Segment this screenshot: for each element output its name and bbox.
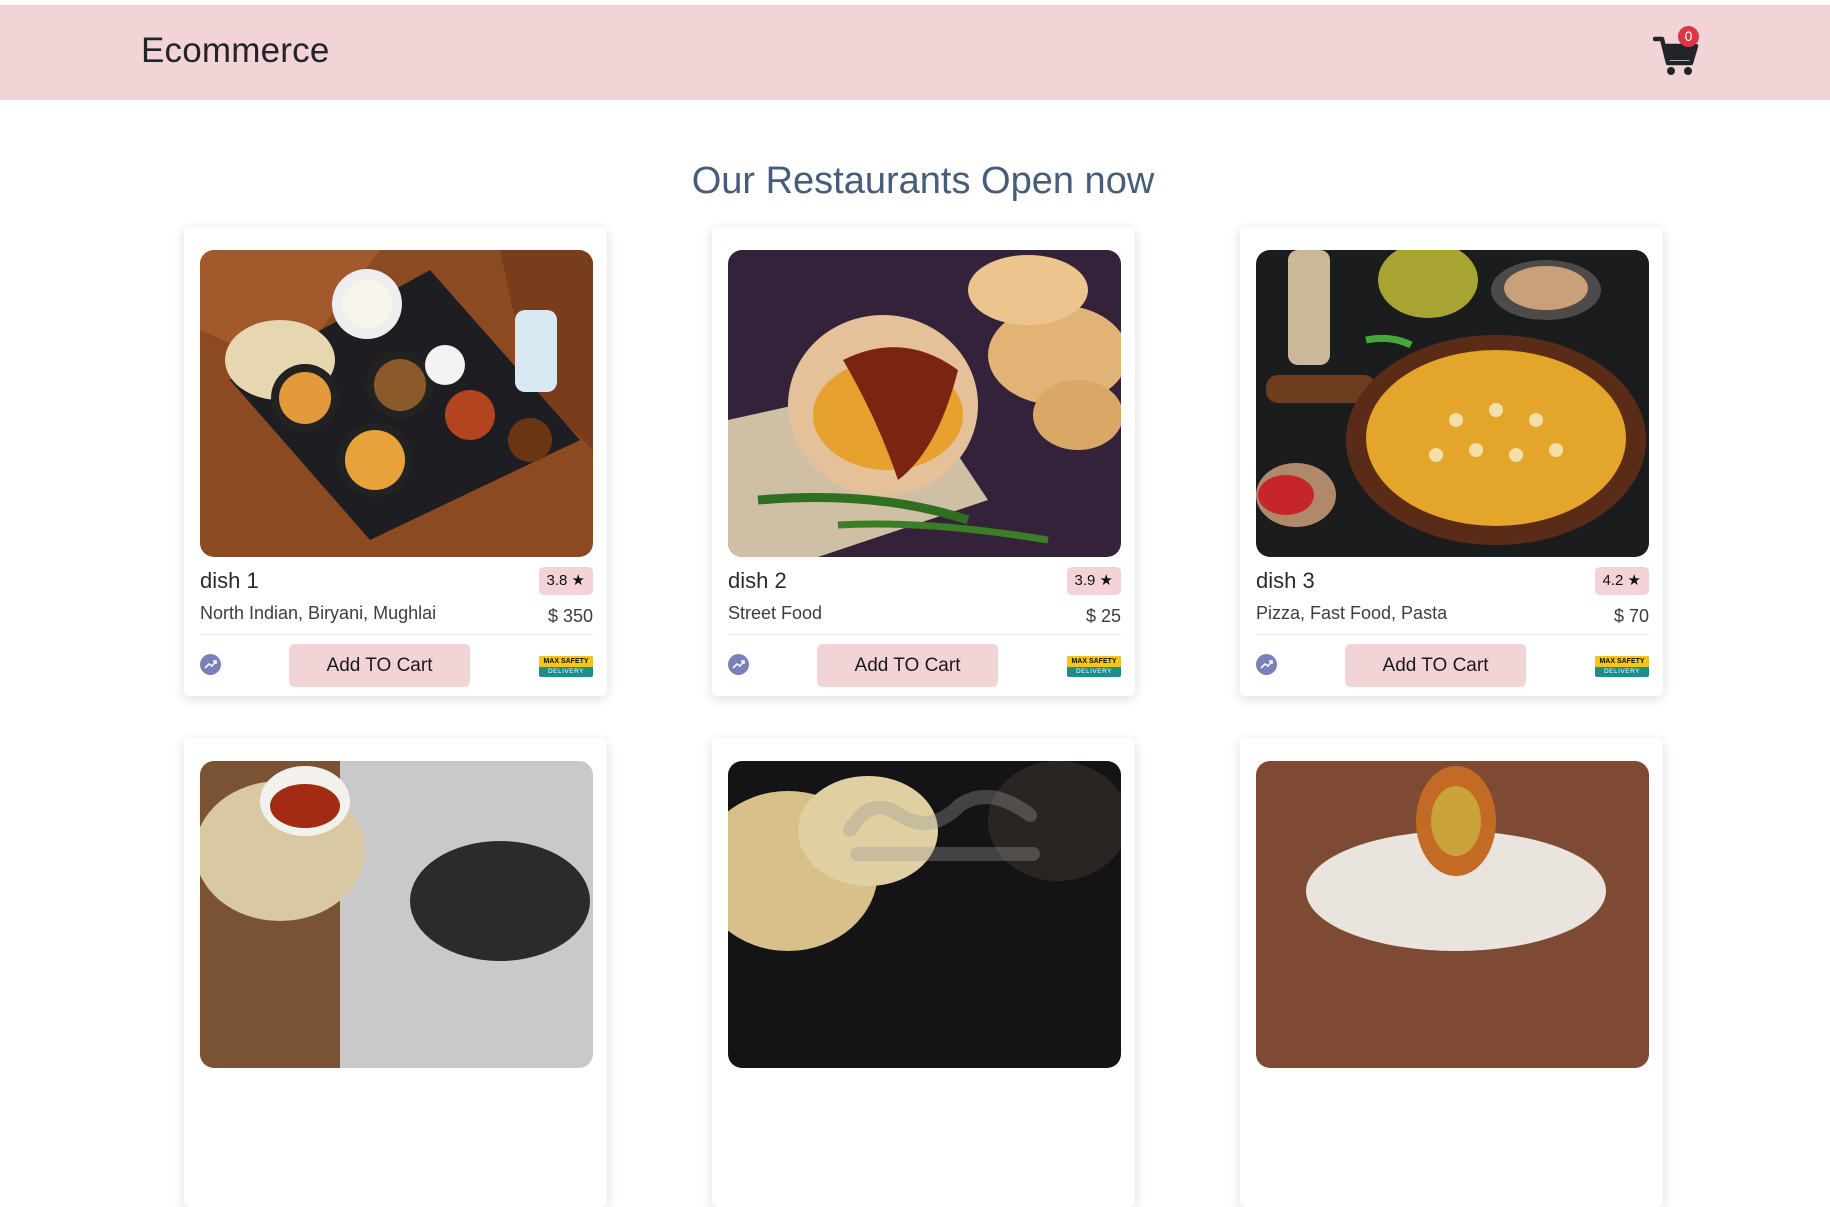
divider bbox=[200, 634, 593, 635]
trending-up-icon bbox=[728, 654, 749, 675]
restaurant-card: dish 1 3.8 ★ North Indian, Biryani, Mugh… bbox=[184, 227, 607, 696]
watermark-logo bbox=[830, 775, 1060, 875]
cuisine-text: North Indian, Biryani, Mughlai bbox=[200, 603, 437, 623]
section-title: Our Restaurants Open now bbox=[691, 160, 1155, 202]
trending-up-icon bbox=[1256, 654, 1277, 675]
restaurant-card bbox=[184, 738, 607, 1207]
rating-badge: 4.2 ★ bbox=[1594, 567, 1649, 595]
restaurant-card bbox=[1240, 738, 1663, 1207]
cuisine-text: Street Food bbox=[728, 603, 823, 623]
brand-logo[interactable]: Ecommerce bbox=[141, 31, 330, 71]
safety-badge-top: MAX SAFETY bbox=[1067, 656, 1121, 667]
add-to-cart-button[interactable]: Add TO Cart bbox=[817, 644, 998, 687]
max-safety-delivery-badge: MAX SAFETY DELIVERY bbox=[539, 656, 593, 677]
dish-title: dish 3 bbox=[1256, 568, 1315, 593]
add-to-cart-button[interactable]: Add TO Cart bbox=[1345, 644, 1526, 687]
divider bbox=[1256, 634, 1649, 635]
safety-badge-top: MAX SAFETY bbox=[1595, 656, 1649, 667]
add-to-cart-button[interactable]: Add TO Cart bbox=[289, 644, 470, 687]
dish-image[interactable] bbox=[728, 250, 1121, 557]
safety-badge-bottom: DELIVERY bbox=[1603, 668, 1641, 675]
dish-image[interactable] bbox=[200, 250, 593, 557]
dish-image[interactable] bbox=[1256, 250, 1649, 557]
rating-badge: 3.9 ★ bbox=[1066, 567, 1121, 595]
price-text: $ 25 bbox=[1085, 606, 1121, 626]
cart-count-badge: 0 bbox=[1678, 26, 1699, 47]
restaurant-card: dish 2 3.9 ★ Street Food $ 25 Add TO Car… bbox=[712, 227, 1135, 696]
safety-badge-top: MAX SAFETY bbox=[539, 656, 593, 667]
safety-badge-bottom: DELIVERY bbox=[1075, 668, 1113, 675]
cart-button[interactable]: 0 bbox=[1652, 26, 1699, 79]
rating-badge: 3.8 ★ bbox=[538, 567, 593, 595]
trending-up-icon bbox=[200, 654, 221, 675]
restaurant-card: dish 3 4.2 ★ Pizza, Fast Food, Pasta $ 7… bbox=[1240, 227, 1663, 696]
cuisine-text: Pizza, Fast Food, Pasta bbox=[1256, 603, 1448, 623]
dish-image[interactable] bbox=[1256, 761, 1649, 1068]
dish-image[interactable] bbox=[200, 761, 593, 1068]
max-safety-delivery-badge: MAX SAFETY DELIVERY bbox=[1067, 656, 1121, 677]
navbar: Ecommerce 0 bbox=[0, 5, 1830, 100]
dish-title: dish 2 bbox=[728, 568, 787, 593]
price-text: $ 350 bbox=[547, 606, 593, 626]
divider bbox=[728, 634, 1121, 635]
dish-title: dish 1 bbox=[200, 568, 259, 593]
safety-badge-bottom: DELIVERY bbox=[547, 668, 585, 675]
price-text: $ 70 bbox=[1613, 606, 1649, 626]
max-safety-delivery-badge: MAX SAFETY DELIVERY bbox=[1595, 656, 1649, 677]
